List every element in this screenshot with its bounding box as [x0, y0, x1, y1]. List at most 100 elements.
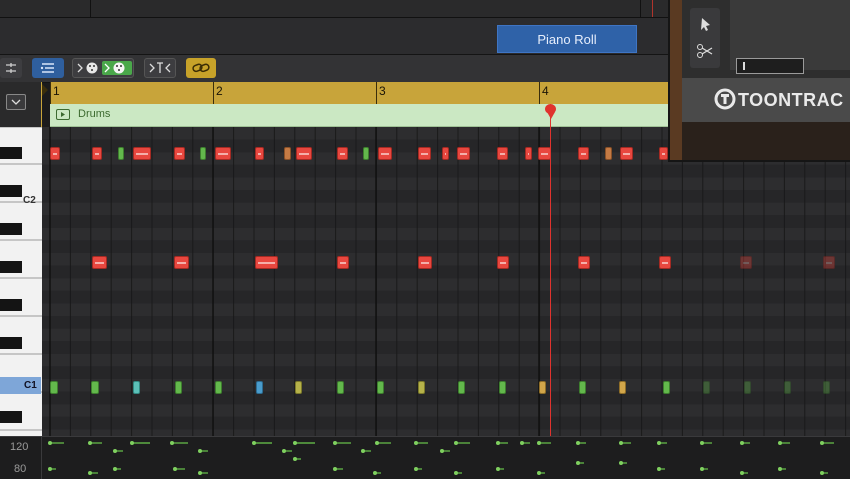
midi-note[interactable] — [118, 147, 124, 160]
velocity-point — [88, 441, 92, 445]
midi-note[interactable] — [50, 381, 58, 394]
midi-note[interactable] — [458, 381, 465, 394]
velocity-point — [778, 467, 782, 471]
velocity-point — [454, 441, 458, 445]
key-label-c2: C2 — [23, 195, 36, 206]
plugin-slider[interactable] — [736, 58, 804, 74]
midi-note[interactable] — [784, 381, 791, 394]
link-button[interactable] — [186, 58, 216, 78]
midi-note[interactable] — [659, 256, 671, 269]
midi-note[interactable] — [363, 147, 369, 160]
bar-tick — [539, 82, 540, 104]
midi-note[interactable] — [663, 381, 670, 394]
snap-icon — [149, 62, 171, 73]
midi-note[interactable] — [740, 256, 752, 269]
midi-note[interactable] — [284, 147, 291, 160]
midi-note[interactable] — [525, 147, 532, 160]
scissors-tool-button[interactable] — [695, 41, 715, 61]
midi-note[interactable] — [133, 381, 140, 394]
midi-note[interactable] — [605, 147, 612, 160]
midi-note[interactable] — [92, 256, 107, 269]
velocity-label-120: 120 — [10, 441, 29, 453]
midi-note[interactable] — [418, 381, 425, 394]
midi-note[interactable] — [378, 147, 392, 160]
black-key — [0, 411, 22, 423]
midi-note[interactable] — [578, 256, 590, 269]
note-grid[interactable] — [42, 127, 850, 436]
velocity-point — [496, 441, 500, 445]
velocity-point — [740, 471, 744, 475]
top-divider — [640, 0, 641, 17]
midi-note[interactable] — [497, 147, 508, 160]
midi-note[interactable] — [659, 147, 668, 160]
midi-note[interactable] — [133, 147, 151, 160]
midi-note[interactable] — [256, 381, 263, 394]
midi-note[interactable] — [823, 381, 830, 394]
midi-note[interactable] — [744, 381, 751, 394]
midi-note[interactable] — [92, 147, 102, 160]
midi-note[interactable] — [337, 147, 348, 160]
midi-note[interactable] — [442, 147, 449, 160]
plugin-logo-bar: TOONTRAC — [682, 78, 850, 122]
midi-note[interactable] — [457, 147, 470, 160]
midi-note[interactable] — [50, 147, 60, 160]
midi-note[interactable] — [215, 147, 231, 160]
midi-note[interactable] — [579, 381, 586, 394]
slider-handle[interactable] — [743, 62, 745, 70]
midi-note[interactable] — [175, 381, 182, 394]
region-bar[interactable]: Drums — [50, 104, 668, 127]
midi-note[interactable] — [200, 147, 206, 160]
velocity-point — [537, 441, 541, 445]
midi-note[interactable] — [337, 256, 349, 269]
notes-layer[interactable] — [42, 127, 850, 436]
midi-note[interactable] — [295, 381, 302, 394]
velocity-point — [113, 449, 117, 453]
pointer-tool-button[interactable] — [695, 14, 715, 34]
playhead-line[interactable] — [550, 104, 551, 478]
velocity-point — [282, 449, 286, 453]
midi-note[interactable] — [255, 147, 264, 160]
piano-keyboard[interactable]: C2 C1 — [0, 127, 43, 436]
midi-note[interactable] — [337, 381, 344, 394]
midi-note[interactable] — [620, 147, 633, 160]
playhead-top — [652, 0, 653, 17]
drum-plugin-window[interactable]: TOONTRAC — [668, 0, 850, 162]
midi-note[interactable] — [174, 256, 189, 269]
collapse-button[interactable] — [0, 58, 22, 78]
chevron-down-icon — [11, 99, 21, 105]
midi-note[interactable] — [418, 147, 431, 160]
velocity-point — [375, 441, 379, 445]
velocity-point — [414, 467, 418, 471]
velocity-lane[interactable]: 120 80 — [0, 436, 850, 479]
midi-note[interactable] — [703, 381, 710, 394]
midi-note[interactable] — [91, 381, 99, 394]
midi-note[interactable] — [619, 381, 626, 394]
velocity-label-80: 80 — [14, 463, 27, 475]
cycle-marker-icon — [42, 84, 48, 96]
midi-note[interactable] — [377, 381, 384, 394]
midi-note[interactable] — [499, 381, 506, 394]
midi-note[interactable] — [823, 256, 835, 269]
playhead-pointer — [547, 112, 555, 119]
bar-tick — [213, 82, 214, 104]
bar-ruler[interactable]: 1 2 3 4 — [50, 82, 668, 105]
midi-note[interactable] — [418, 256, 432, 269]
midi-note[interactable] — [174, 147, 185, 160]
bar-number: 1 — [53, 84, 60, 98]
snap-button[interactable] — [144, 58, 176, 78]
velocity-point — [293, 457, 297, 461]
velocity-point — [373, 471, 377, 475]
midi-note[interactable] — [539, 381, 546, 394]
velocity-stems[interactable] — [42, 437, 850, 479]
velocity-point — [820, 441, 824, 445]
local-inspector-button[interactable] — [32, 58, 64, 78]
midi-note[interactable] — [215, 381, 222, 394]
midi-note[interactable] — [497, 256, 509, 269]
midi-note[interactable] — [296, 147, 312, 160]
view-menu-button[interactable] — [6, 94, 26, 110]
midi-note[interactable] — [578, 147, 589, 160]
velocity-point — [170, 441, 174, 445]
midi-in-button[interactable] — [72, 58, 134, 78]
midi-note[interactable] — [255, 256, 278, 269]
tab-piano-roll[interactable]: Piano Roll — [497, 25, 637, 53]
